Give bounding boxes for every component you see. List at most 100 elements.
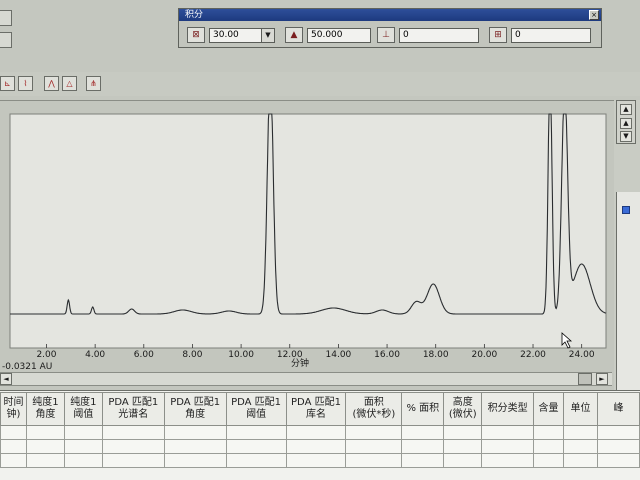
chevron-down-icon[interactable]: ▼ [261, 28, 275, 43]
table-cell[interactable] [63, 439, 103, 454]
vertical-scrollbar[interactable]: ▲ ▲ ▼ [616, 100, 636, 144]
column-header[interactable]: 峰 [596, 392, 640, 426]
table-cell[interactable] [401, 439, 445, 454]
scroll-left-icon[interactable]: ◄ [0, 373, 12, 385]
table-cell[interactable] [0, 439, 27, 454]
integration-toolbar-window: 积分 × ⊠ 30.00 ▼ ▲ 50.000 ⊥ 0 ⊞ 0 [178, 8, 602, 48]
chromatogram-chart[interactable]: 2.00 4.00 6.00 8.00 10.00 12.00 14.00 16.00 18.0… [0, 100, 614, 388]
x-tick-label: 24.00 [569, 350, 595, 360]
peak-group-icon[interactable]: ⋔ [86, 76, 101, 91]
table-cell[interactable] [401, 425, 445, 440]
table-cell[interactable] [533, 439, 565, 454]
column-header[interactable]: PDA 匹配1 角度 [163, 392, 227, 426]
left-edge-button-1[interactable] [0, 10, 12, 26]
horizontal-scrollbar[interactable] [0, 372, 612, 386]
x-tick-label: 6.00 [134, 350, 154, 360]
column-header[interactable]: PDA 匹配1 库名 [285, 392, 347, 426]
table-cell[interactable] [345, 439, 403, 454]
scroll-up-icon-2[interactable]: ▲ [620, 118, 632, 129]
table-cell[interactable] [0, 453, 27, 468]
x-tick-label: 18.00 [423, 350, 449, 360]
x-tick-label: 14.00 [326, 350, 352, 360]
column-header[interactable]: 含量 [533, 392, 565, 426]
column-header[interactable]: 单位 [563, 392, 598, 426]
table-cell[interactable] [596, 453, 640, 468]
column-header[interactable]: 纯度1 阈值 [63, 392, 103, 426]
table-cell[interactable] [443, 453, 483, 468]
x-tick-label: 10.00 [228, 350, 254, 360]
column-header[interactable]: 积分类型 [481, 392, 535, 426]
min-area-field[interactable]: 0 [399, 28, 479, 43]
peak-area-icon[interactable]: △ [62, 76, 77, 91]
column-header[interactable]: 高度 (微伏) [443, 392, 483, 426]
table-cell[interactable] [101, 439, 165, 454]
table-cell[interactable] [401, 453, 445, 468]
table-cell[interactable] [443, 439, 483, 454]
table-cell[interactable] [25, 453, 65, 468]
table-cell[interactable] [481, 453, 535, 468]
table-cell[interactable] [563, 453, 598, 468]
table-cell[interactable] [163, 439, 227, 454]
close-icon[interactable]: × [589, 10, 599, 20]
table-cell[interactable] [163, 425, 227, 440]
column-header[interactable]: 面积 (微伏*秒) [345, 392, 403, 426]
manual-integrate-icon[interactable]: ⌇ [18, 76, 33, 91]
table-cell[interactable] [481, 425, 535, 440]
table-cell[interactable] [0, 425, 27, 440]
table-cell[interactable] [225, 425, 287, 440]
scroll-down-icon[interactable]: ▼ [620, 131, 632, 142]
peak-width-icon[interactable]: ⊠ [187, 27, 205, 43]
table-cell[interactable] [563, 439, 598, 454]
min-area-icon[interactable]: ⊥ [377, 27, 395, 43]
table-cell[interactable] [25, 425, 65, 440]
table-cell[interactable] [443, 425, 483, 440]
table-cell[interactable] [345, 453, 403, 468]
table-cell[interactable] [25, 439, 65, 454]
table-cell[interactable] [101, 425, 165, 440]
threshold-icon[interactable]: ▲ [285, 27, 303, 43]
scroll-right-icon[interactable]: ► [596, 373, 608, 385]
table-cell[interactable] [63, 425, 103, 440]
column-header[interactable]: % 面积 [401, 392, 445, 426]
scroll-up-icon[interactable]: ▲ [620, 104, 632, 115]
table-cell[interactable] [63, 453, 103, 468]
table-row[interactable] [0, 439, 640, 454]
peak-label-icon[interactable]: ⋀ [44, 76, 59, 91]
table-cell[interactable] [285, 439, 347, 454]
table-cell[interactable] [533, 453, 565, 468]
integrate-icon[interactable]: ⊾ [0, 76, 15, 91]
column-header[interactable]: 纯度1 角度 [25, 392, 65, 426]
column-header[interactable]: 时间 钟) [0, 392, 27, 426]
right-side-panel [616, 192, 640, 392]
table-cell[interactable] [596, 439, 640, 454]
table-cell[interactable] [163, 453, 227, 468]
min-height-field[interactable]: 0 [511, 28, 591, 43]
x-tick-label: 2.00 [36, 350, 56, 360]
table-row[interactable] [0, 425, 640, 440]
table-cell[interactable] [481, 439, 535, 454]
threshold-field[interactable]: 50.000 [307, 28, 371, 43]
x-tick-label: 8.00 [182, 350, 202, 360]
baseline-label: -0.0321 AU [2, 362, 52, 372]
table-cell[interactable] [285, 453, 347, 468]
peak-width-field[interactable]: 30.00 [209, 28, 269, 43]
table-cell[interactable] [563, 425, 598, 440]
column-header[interactable]: PDA 匹配1 阈值 [225, 392, 287, 426]
min-height-icon[interactable]: ⊞ [489, 27, 507, 43]
table-cell[interactable] [345, 425, 403, 440]
table-cell[interactable] [101, 453, 165, 468]
x-tick-label: 20.00 [471, 350, 497, 360]
column-header[interactable]: PDA 匹配1 光谱名 [101, 392, 165, 426]
table-cell[interactable] [533, 425, 565, 440]
x-tick-label: 16.00 [374, 350, 400, 360]
selection-marker-icon[interactable] [622, 206, 630, 214]
table-row[interactable] [0, 453, 640, 468]
x-tick-label: 22.00 [520, 350, 546, 360]
x-tick-label: 4.00 [85, 350, 105, 360]
scroll-thumb[interactable] [578, 373, 592, 385]
table-cell[interactable] [225, 439, 287, 454]
table-cell[interactable] [596, 425, 640, 440]
left-edge-button-2[interactable] [0, 32, 12, 48]
table-cell[interactable] [285, 425, 347, 440]
table-cell[interactable] [225, 453, 287, 468]
